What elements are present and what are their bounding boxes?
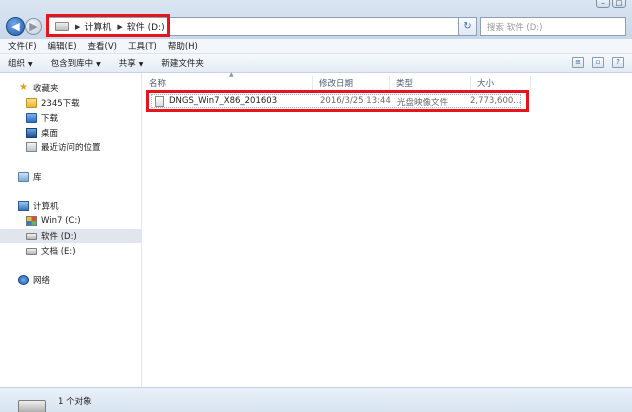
column-header-type[interactable]: 类型 bbox=[390, 76, 471, 90]
status-bar: 1 个对象 bbox=[0, 387, 632, 412]
search-placeholder: 搜索 软件 (D:) bbox=[487, 22, 543, 33]
nav-label: 库 bbox=[33, 173, 42, 183]
computer-icon bbox=[18, 201, 29, 211]
recent-places-icon bbox=[26, 142, 37, 152]
nav-label: 最近访问的位置 bbox=[41, 143, 101, 153]
menu-bar: 文件(F) 编辑(E) 查看(V) 工具(T) 帮助(H) bbox=[0, 39, 632, 54]
menu-help[interactable]: 帮助(H) bbox=[168, 40, 198, 52]
include-in-library-button[interactable]: 包含到库中 ▼ bbox=[51, 57, 101, 69]
drive-icon bbox=[18, 400, 46, 412]
nav-item-downloads[interactable]: 下载 bbox=[0, 111, 141, 125]
share-button[interactable]: 共享 ▼ bbox=[119, 57, 144, 69]
nav-label: 计算机 bbox=[33, 202, 59, 212]
nav-drive-c[interactable]: Win7 (C:) bbox=[0, 214, 141, 228]
nav-item-recent[interactable]: 最近访问的位置 bbox=[0, 140, 141, 154]
nav-item-desktop[interactable]: 桌面 bbox=[0, 126, 141, 140]
drive-icon bbox=[26, 232, 37, 240]
back-button[interactable]: ◀ bbox=[6, 17, 25, 36]
view-options-icon[interactable]: ≡ bbox=[572, 57, 584, 68]
minimize-button[interactable]: – bbox=[596, 0, 610, 8]
nav-label: 软件 (D:) bbox=[41, 232, 77, 242]
nav-libraries[interactable]: 库 bbox=[0, 170, 141, 184]
nav-label: 文档 (E:) bbox=[41, 247, 76, 257]
column-header-modified[interactable]: 修改日期 bbox=[313, 76, 390, 90]
forward-arrow-icon: ▶ bbox=[29, 20, 38, 33]
menu-file[interactable]: 文件(F) bbox=[8, 40, 37, 52]
preview-pane-icon[interactable]: ▫ bbox=[592, 57, 604, 68]
maximize-button[interactable]: □ bbox=[612, 0, 626, 8]
folder-icon bbox=[26, 98, 37, 108]
nav-drive-e[interactable]: 文档 (E:) bbox=[0, 244, 141, 258]
library-icon bbox=[18, 172, 29, 182]
share-label: 共享 bbox=[118, 59, 136, 69]
nav-label: 网络 bbox=[33, 276, 51, 286]
view-controls: ≡ ▫ ? bbox=[564, 57, 624, 68]
include-in-library-label: 包含到库中 bbox=[50, 59, 94, 69]
nav-drive-d[interactable]: 软件 (D:) bbox=[0, 229, 141, 243]
star-icon: ★ bbox=[19, 82, 28, 93]
refresh-icon: ↻ bbox=[463, 21, 472, 32]
back-arrow-icon: ◀ bbox=[11, 20, 20, 33]
window-controls: – □ bbox=[594, 0, 626, 8]
network-icon bbox=[18, 275, 29, 285]
refresh-button[interactable]: ↻ bbox=[458, 17, 477, 36]
nav-network[interactable]: 网络 bbox=[0, 273, 141, 287]
command-bar: 组织 ▼ 包含到库中 ▼ 共享 ▼ 新建文件夹 ≡ ▫ ? bbox=[0, 54, 632, 73]
nav-computer[interactable]: 计算机 bbox=[0, 199, 141, 213]
column-header-name[interactable]: 名称 bbox=[143, 76, 313, 90]
navigation-pane: ★ 收藏夹 2345下载 下载 桌面 最近访问的位置 库 计算机 Win7 (C… bbox=[0, 73, 142, 387]
nav-label: 桌面 bbox=[41, 129, 59, 139]
forward-button[interactable]: ▶ bbox=[25, 18, 42, 35]
nav-label: 2345下载 bbox=[41, 99, 80, 109]
chevron-down-icon: ▼ bbox=[96, 61, 101, 68]
organize-label: 组织 bbox=[8, 59, 26, 69]
new-folder-button[interactable]: 新建文件夹 bbox=[161, 57, 204, 69]
organize-button[interactable]: 组织 ▼ bbox=[8, 57, 33, 69]
menu-tools[interactable]: 工具(T) bbox=[128, 40, 157, 52]
chevron-down-icon: ▼ bbox=[28, 61, 33, 68]
file-list: ▲ 名称 修改日期 类型 大小 DNGS_Win7_X86_201603 201… bbox=[143, 71, 632, 387]
status-item-count: 1 个对象 bbox=[58, 397, 92, 407]
windows-drive-icon bbox=[26, 216, 37, 226]
column-header-size[interactable]: 大小 bbox=[471, 76, 531, 90]
nav-label: Win7 (C:) bbox=[41, 216, 81, 226]
help-icon[interactable]: ? bbox=[612, 57, 624, 68]
explorer-window: – □ ◀ ▶ ▶ 计算机 ▶ 软件 (D:) ▼ ↻ 搜索 软件 (D:) 文… bbox=[0, 0, 632, 412]
nav-item-2345-download[interactable]: 2345下载 bbox=[0, 96, 141, 110]
file-highlight-box bbox=[146, 90, 529, 112]
downloads-folder-icon bbox=[26, 113, 37, 123]
address-highlight-box bbox=[46, 14, 170, 37]
nav-favorites[interactable]: ★ 收藏夹 bbox=[0, 81, 141, 95]
nav-label: 收藏夹 bbox=[33, 84, 59, 94]
menu-view[interactable]: 查看(V) bbox=[88, 40, 117, 52]
drive-icon bbox=[26, 247, 37, 255]
nav-label: 下载 bbox=[41, 114, 59, 124]
chevron-down-icon: ▼ bbox=[138, 61, 144, 68]
desktop-icon bbox=[26, 128, 37, 138]
menu-edit[interactable]: 编辑(E) bbox=[48, 40, 77, 52]
search-input[interactable]: 搜索 软件 (D:) bbox=[480, 17, 626, 36]
